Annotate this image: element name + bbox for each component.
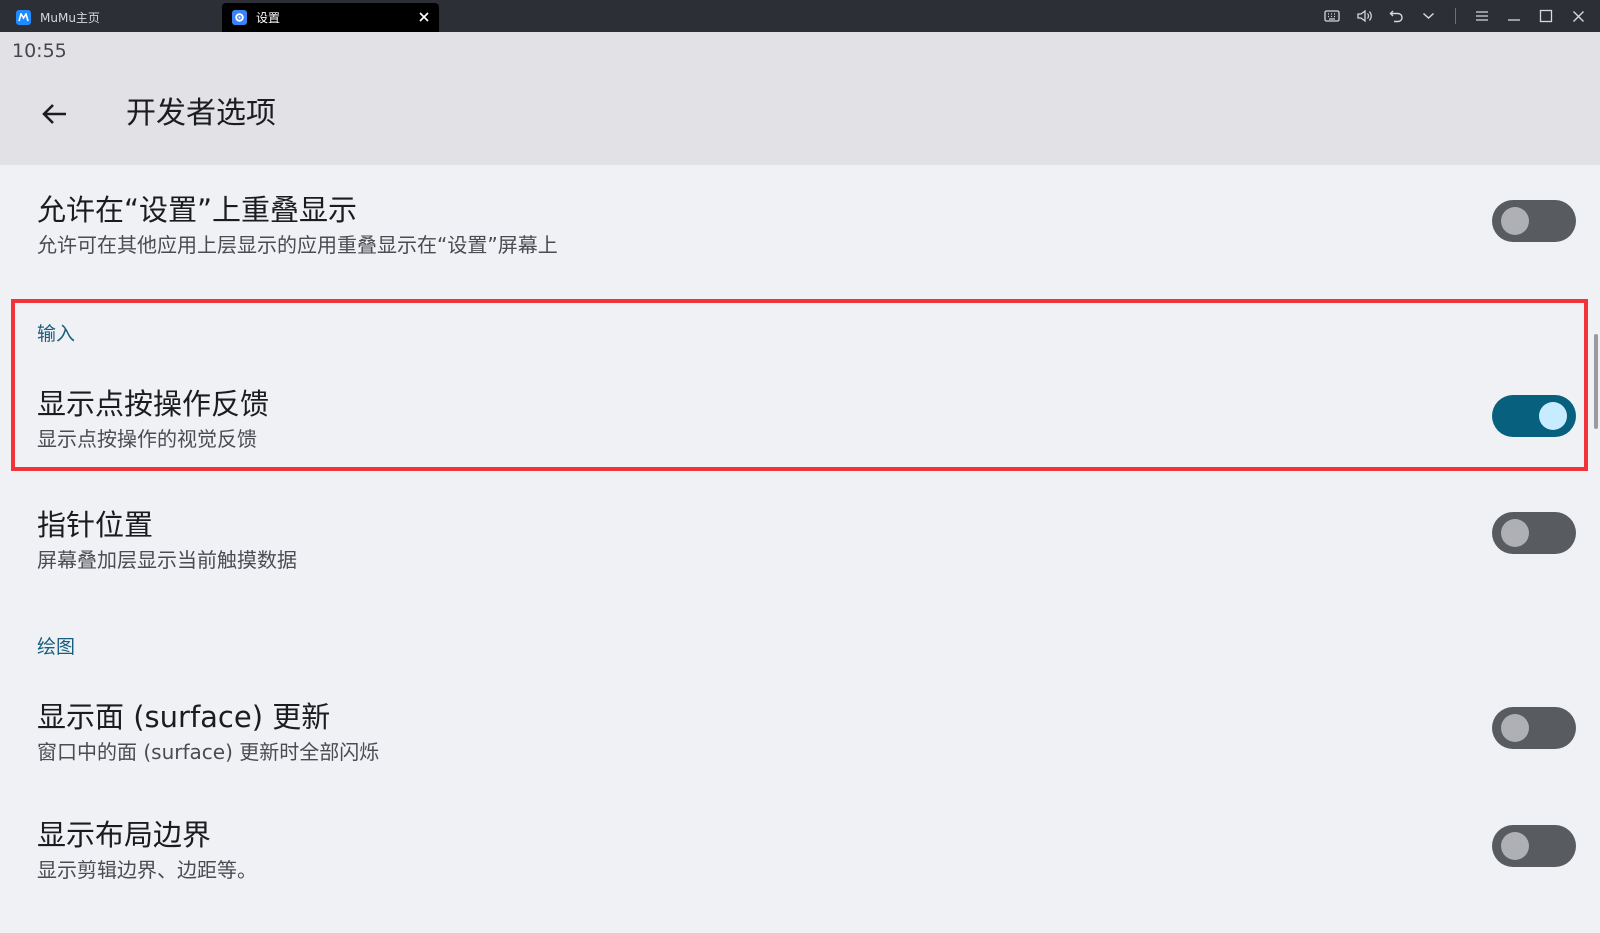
- scrollbar[interactable]: [1594, 334, 1598, 429]
- setting-layout-bounds[interactable]: 显示布局边界 显示剪辑边界、边距等。: [0, 790, 1600, 898]
- minimize-icon[interactable]: [1504, 6, 1524, 26]
- mumu-logo-icon: [16, 10, 31, 25]
- setting-surface-updates[interactable]: 显示面 (surface) 更新 窗口中的面 (surface) 更新时全部闪烁: [0, 672, 1600, 780]
- toggle-switch[interactable]: [1492, 707, 1576, 749]
- app-bar: 10:55 开发者选项: [0, 32, 1600, 165]
- tab-label: 设置: [256, 11, 281, 25]
- close-window-icon[interactable]: [1568, 6, 1588, 26]
- status-bar-time: 10:55: [12, 40, 67, 62]
- maximize-icon[interactable]: [1536, 6, 1556, 26]
- toggle-knob: [1501, 832, 1529, 860]
- toggle-switch[interactable]: [1492, 512, 1576, 554]
- tab-mumu-home[interactable]: MuMu主页: [6, 3, 216, 32]
- tab-label: MuMu主页: [40, 11, 100, 25]
- page-title: 开发者选项: [126, 96, 276, 131]
- setting-subtitle: 窗口中的面 (surface) 更新时全部闪烁: [37, 740, 380, 764]
- toggle-switch[interactable]: [1492, 825, 1576, 867]
- setting-overlay-settings[interactable]: 允许在“设置”上重叠显示 允许可在其他应用上层显示的应用重叠显示在“设置”屏幕上: [0, 165, 1600, 273]
- setting-subtitle: 显示剪辑边界、边距等。: [37, 858, 257, 882]
- volume-icon[interactable]: [1354, 6, 1374, 26]
- toggle-knob: [1501, 519, 1529, 547]
- setting-title: 显示面 (surface) 更新: [37, 700, 331, 734]
- back-arrow-icon[interactable]: [34, 94, 74, 134]
- close-tab-icon[interactable]: [415, 8, 433, 26]
- tab-settings[interactable]: 设置: [222, 3, 439, 32]
- setting-pointer-location[interactable]: 指针位置 屏幕叠加层显示当前触摸数据: [0, 482, 1600, 590]
- setting-title: 显示布局边界: [37, 818, 212, 852]
- setting-subtitle: 允许可在其他应用上层显示的应用重叠显示在“设置”屏幕上: [37, 233, 558, 257]
- settings-gear-icon: [232, 10, 247, 25]
- toggle-switch[interactable]: [1492, 200, 1576, 242]
- toggle-knob: [1501, 207, 1529, 235]
- emulator-title-bar: MuMu主页 设置: [0, 0, 1600, 32]
- setting-title: 允许在“设置”上重叠显示: [37, 193, 358, 227]
- section-header-drawing: 绘图: [37, 636, 76, 658]
- highlight-annotation-box: [11, 299, 1588, 471]
- chevron-down-icon[interactable]: [1418, 6, 1438, 26]
- toolbar-divider: [1455, 8, 1456, 24]
- keyboard-icon[interactable]: [1322, 6, 1342, 26]
- undo-icon[interactable]: [1386, 6, 1406, 26]
- menu-icon[interactable]: [1472, 6, 1492, 26]
- toggle-knob: [1501, 714, 1529, 742]
- setting-title: 指针位置: [37, 508, 154, 542]
- setting-subtitle: 屏幕叠加层显示当前触摸数据: [37, 548, 297, 572]
